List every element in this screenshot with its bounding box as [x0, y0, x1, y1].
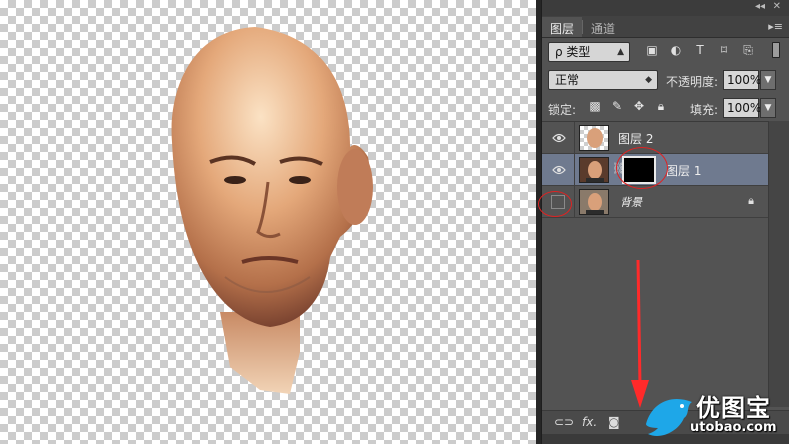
fill-label: 填充: [690, 103, 719, 117]
panel-tabs: 图层 通道 ▸≡ [542, 16, 789, 38]
filter-toggle-switch[interactable] [772, 42, 780, 58]
close-panel-icon[interactable]: ✕ [773, 1, 781, 12]
lock-label: 锁定: [548, 103, 577, 117]
filter-kind-value: ρ 类型 [555, 45, 591, 59]
shape-filter-icon[interactable]: ⌑ [716, 42, 732, 58]
select-arrow-icon: ◆ [645, 75, 652, 85]
lock-all-icon[interactable]: 🔒︎ [653, 98, 669, 114]
adjustment-filter-icon[interactable]: ◐ [668, 42, 684, 58]
eye-icon[interactable] [551, 163, 567, 177]
add-mask-icon[interactable]: ◙ [608, 415, 620, 429]
eye-icon[interactable] [551, 131, 567, 145]
panel-menu-icon[interactable]: ▸≡ [768, 20, 783, 33]
layer-name[interactable]: 背景 [620, 194, 642, 210]
fill-input[interactable]: 100% [723, 98, 761, 118]
layer-name[interactable]: 图层 1 [666, 162, 701, 179]
filter-row: ρ 类型 ▲ ▣ ◐ T ⌑ ⎘ [542, 38, 789, 66]
blend-row: 正常 ◆ 不透明度: 100% ▼ [542, 66, 789, 94]
eye-column-divider [574, 154, 575, 186]
layer-name[interactable]: 图层 2 [618, 130, 653, 147]
filter-kind-select[interactable]: ρ 类型 ▲ [548, 42, 630, 62]
blend-mode-value: 正常 [555, 73, 580, 87]
layer-row-background[interactable]: 背景 🔒︎ [542, 186, 768, 218]
annotation-circle-visibility [538, 191, 572, 217]
eye-column-divider [574, 122, 575, 154]
layer-thumbnail[interactable] [579, 157, 609, 183]
smart-object-filter-icon[interactable]: ⎘ [740, 42, 756, 58]
type-filter-icon[interactable]: T [692, 42, 708, 58]
watermark-url: utobao.com [690, 420, 777, 435]
fx-button[interactable]: fx. [582, 415, 597, 429]
bird-logo-icon [646, 398, 692, 437]
link-layers-icon[interactable]: ⊂⊃ [554, 415, 574, 429]
watermark-brand: 优图宝 [696, 394, 771, 422]
layer-thumbnail[interactable] [579, 125, 609, 151]
opacity-label: 不透明度: [666, 75, 719, 89]
select-arrow-icon: ▲ [617, 47, 624, 57]
image-filter-icon[interactable]: ▣ [644, 42, 660, 58]
layers-panel: ◂◂ ✕ 图层 通道 ▸≡ ρ 类型 ▲ ▣ ◐ T ⌑ ⎘ 正常 ◆ 不透明度… [541, 0, 789, 444]
tab-channels[interactable]: 通道 [583, 17, 623, 37]
head-image [171, 27, 373, 394]
filter-icons: ▣ ◐ T ⌑ ⎘ [644, 42, 756, 58]
collapse-panel-icon[interactable]: ◂◂ [755, 1, 765, 12]
tab-layers[interactable]: 图层 [542, 17, 583, 37]
eye-column-divider [574, 186, 575, 218]
blend-mode-select[interactable]: 正常 ◆ [548, 70, 658, 90]
opacity-dropdown-button[interactable]: ▼ [760, 70, 776, 90]
lock-icons: ▩ ✎ ✥ 🔒︎ [587, 98, 669, 114]
lock-position-icon[interactable]: ✥ [631, 98, 647, 114]
layer-thumbnail[interactable] [579, 189, 609, 215]
lock-image-pixels-icon[interactable]: ✎ [609, 98, 625, 114]
layer-list-scrollbar[interactable] [768, 121, 789, 407]
lock-row: 锁定: ▩ ✎ ✥ 🔒︎ 填充: 100% ▼ [542, 94, 789, 122]
annotation-circle-mask [616, 147, 668, 189]
lock-transparent-pixels-icon[interactable]: ▩ [587, 98, 603, 114]
panel-topbar: ◂◂ ✕ [542, 0, 789, 16]
document-canvas[interactable] [0, 0, 541, 444]
fill-dropdown-button[interactable]: ▼ [760, 98, 776, 118]
watermark: 优图宝 utobao.com [640, 384, 789, 444]
opacity-input[interactable]: 100% [723, 70, 761, 90]
lock-icon: 🔒︎ [748, 194, 754, 207]
